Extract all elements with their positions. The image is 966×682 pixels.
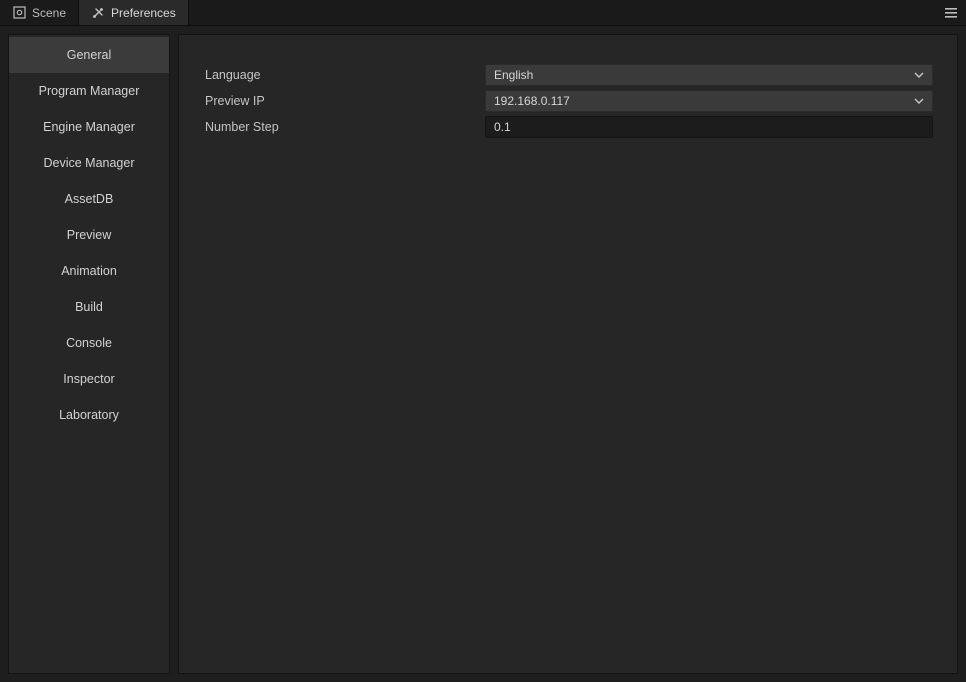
field-number-step: Number Step — [203, 115, 933, 139]
preferences-body: General Program Manager Engine Manager D… — [0, 26, 966, 682]
field-language: Language English — [203, 63, 933, 87]
chevron-down-icon — [914, 70, 924, 80]
language-value: English — [494, 68, 533, 82]
scene-icon — [12, 6, 26, 20]
preview-ip-label: Preview IP — [203, 94, 485, 108]
sidebar-item-program-manager[interactable]: Program Manager — [9, 73, 169, 109]
chevron-down-icon — [914, 96, 924, 106]
sidebar-item-label: Device Manager — [43, 156, 134, 170]
sidebar-item-assetdb[interactable]: AssetDB — [9, 181, 169, 217]
preview-ip-select[interactable]: 192.168.0.117 — [485, 90, 933, 112]
tab-scene[interactable]: Scene — [0, 0, 79, 25]
sidebar-item-label: AssetDB — [65, 192, 114, 206]
tab-preferences-label: Preferences — [111, 6, 176, 20]
sidebar-item-label: Build — [75, 300, 103, 314]
number-step-input[interactable] — [485, 116, 933, 138]
sidebar-item-general[interactable]: General — [9, 37, 169, 73]
tabbar: Scene Preferences — [0, 0, 966, 26]
sidebar-item-preview[interactable]: Preview — [9, 217, 169, 253]
preferences-content: Language English Preview IP 192.168.0.11… — [178, 34, 958, 674]
language-select[interactable]: English — [485, 64, 933, 86]
sidebar-item-label: Preview — [67, 228, 111, 242]
sidebar-item-animation[interactable]: Animation — [9, 253, 169, 289]
sidebar-item-label: Laboratory — [59, 408, 119, 422]
tab-preferences[interactable]: Preferences — [79, 0, 189, 25]
sidebar-item-inspector[interactable]: Inspector — [9, 361, 169, 397]
tab-scene-label: Scene — [32, 6, 66, 20]
sidebar-item-laboratory[interactable]: Laboratory — [9, 397, 169, 433]
sidebar-item-label: Engine Manager — [43, 120, 135, 134]
hamburger-icon — [944, 7, 958, 19]
sidebar-item-engine-manager[interactable]: Engine Manager — [9, 109, 169, 145]
sidebar-item-console[interactable]: Console — [9, 325, 169, 361]
preferences-window: Scene Preferences — [0, 0, 966, 682]
number-step-label: Number Step — [203, 120, 485, 134]
sidebar-item-label: Inspector — [63, 372, 114, 386]
preview-ip-value: 192.168.0.117 — [494, 94, 570, 108]
sidebar-item-label: Animation — [61, 264, 117, 278]
sidebar-item-label: General — [67, 48, 111, 62]
language-label: Language — [203, 68, 485, 82]
panel-menu-button[interactable] — [936, 0, 966, 25]
sidebar-item-label: Program Manager — [39, 84, 140, 98]
sidebar-item-build[interactable]: Build — [9, 289, 169, 325]
tools-icon — [91, 6, 105, 20]
tabbar-spacer — [189, 0, 936, 25]
field-preview-ip: Preview IP 192.168.0.117 — [203, 89, 933, 113]
sidebar-item-device-manager[interactable]: Device Manager — [9, 145, 169, 181]
preferences-sidebar: General Program Manager Engine Manager D… — [8, 34, 170, 674]
sidebar-item-label: Console — [66, 336, 112, 350]
